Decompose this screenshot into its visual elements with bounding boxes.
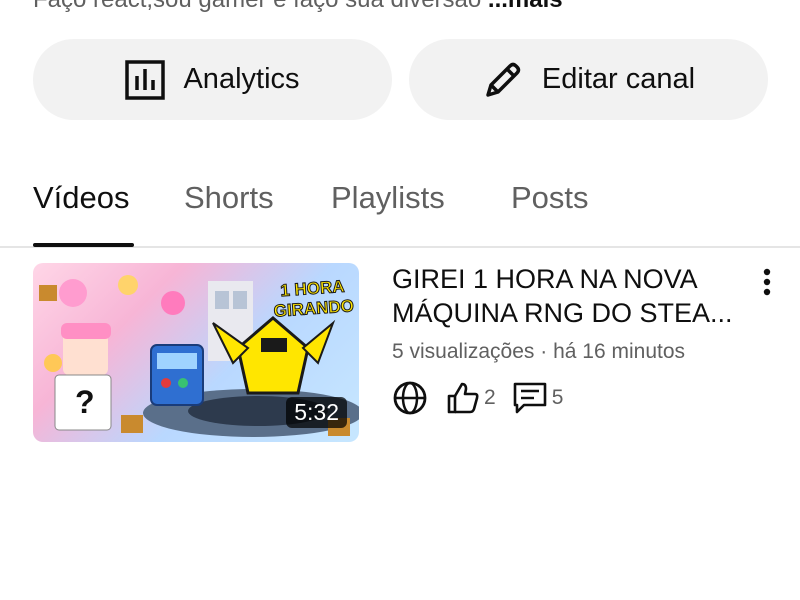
likes-count: 2 <box>484 386 496 409</box>
more-link[interactable]: ...mais <box>488 0 563 13</box>
edit-channel-label: Editar canal <box>541 63 696 95</box>
thumbs-up-icon <box>446 381 480 415</box>
tab-shorts[interactable]: Shorts <box>184 180 274 216</box>
tab-playlists[interactable]: Playlists <box>331 180 445 216</box>
likes-stat: 2 <box>446 381 496 415</box>
globe-icon <box>392 380 428 416</box>
video-title[interactable]: GIREI 1 HORA NA NOVA MÁQUINA RNG DO STEA… <box>392 262 737 330</box>
active-tab-indicator <box>33 243 134 247</box>
edit-channel-button[interactable]: Editar canal <box>409 39 768 120</box>
video-metadata: 5 visualizações · há 16 minutos <box>392 340 685 364</box>
video-duration-badge: 5:32 <box>286 397 347 428</box>
comment-icon <box>512 381 548 415</box>
video-title-line1: GIREI 1 HORA NA NOVA <box>392 264 698 294</box>
analytics-icon <box>125 59 166 100</box>
video-title-line2: MÁQUINA RNG DO STEA... <box>392 298 733 328</box>
pencil-icon <box>482 59 524 101</box>
view-count: 5 visualizações <box>392 340 535 363</box>
video-stats: 2 5 <box>392 380 563 416</box>
thumbnail-caption: 1 HORA GIRANDO <box>271 276 354 322</box>
posted-time: há 16 minutos <box>553 340 686 363</box>
channel-tabs: Vídeos Shorts Playlists Posts <box>0 168 800 248</box>
comments-count: 5 <box>551 386 564 409</box>
tab-posts[interactable]: Posts <box>511 180 589 216</box>
channel-page: Faço react,sou gamer e faço sua diversão… <box>0 0 800 600</box>
meta-separator: · <box>540 340 548 363</box>
tab-videos[interactable]: Vídeos <box>33 180 130 216</box>
analytics-button[interactable]: Analytics <box>33 39 392 120</box>
video-thumbnail[interactable]: ? 1 HORA GIRANDO 5:32 <box>33 263 359 442</box>
analytics-label: Analytics <box>183 63 300 95</box>
comments-stat: 5 <box>512 381 564 415</box>
svg-text:?: ? <box>75 384 95 420</box>
channel-description[interactable]: Faço react,sou gamer e faço sua diversão… <box>33 0 563 14</box>
channel-description-text: Faço react,sou gamer e faço sua diversão <box>33 0 481 13</box>
more-options-icon[interactable] <box>757 268 777 298</box>
